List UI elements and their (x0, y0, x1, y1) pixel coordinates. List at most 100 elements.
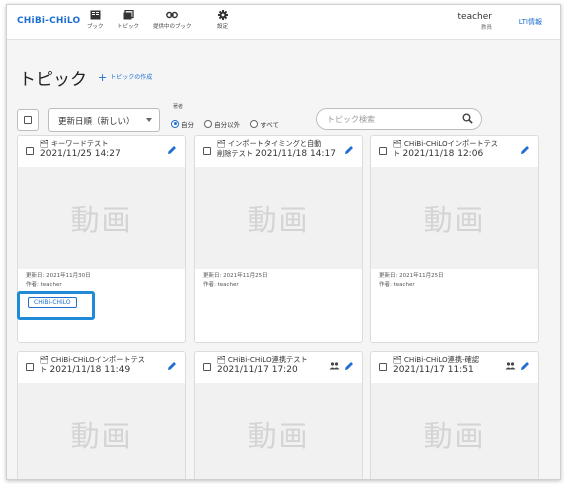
edit-icon[interactable] (520, 361, 530, 371)
nav-book[interactable]: ブック (87, 10, 104, 30)
card-checkbox[interactable] (203, 363, 211, 371)
app-logo[interactable]: CHiBi-CHiLO (17, 16, 80, 26)
nav-settings[interactable]: 設定 (217, 10, 228, 30)
app-header: CHiBi-CHiLO ブック トピック 提供中のブック 設定 teacher … (7, 5, 560, 40)
card-date: 2021/11/18 14:17 (255, 149, 336, 159)
plus-icon: + (98, 71, 108, 84)
edit-icon[interactable] (344, 145, 354, 155)
card-title-text: キーワードテスト (50, 139, 109, 148)
shared-group-icon (505, 362, 516, 370)
card-meta: 更新日: 2021年11月25日 作者: teacher (379, 272, 444, 290)
edit-icon[interactable] (344, 361, 354, 371)
user-role: 教員 (480, 25, 492, 31)
card-meta: 更新日: 2021年11月25日 作者: teacher (203, 272, 268, 290)
card-author: 作者: teacher (203, 282, 239, 288)
owner-radio-all[interactable]: すべて (250, 113, 279, 132)
card-checkbox[interactable] (26, 363, 34, 371)
card-checkbox[interactable] (203, 147, 211, 155)
topic-search-input[interactable]: トピック検索 (316, 108, 482, 130)
nav-topic[interactable]: トピック (117, 10, 139, 30)
nav-provided-books-label: 提供中のブック (153, 24, 192, 30)
owner-radio-self-label: 自分 (181, 120, 194, 129)
card-title: 🗂 CHiBi-CHiLOインポートテス ト 2021/11/18 11:49 (40, 355, 159, 375)
create-topic-link[interactable]: + トピックの作成 (98, 71, 152, 84)
card-updated: 更新日: 2021年11月25日 (203, 273, 268, 279)
card-date: 2021/11/18 11:49 (49, 365, 131, 375)
shared-group-icon (329, 362, 340, 370)
nav-provided-books[interactable]: 提供中のブック (153, 10, 192, 30)
tag-highlight-callout (17, 291, 95, 320)
card-title: 🗂 CHiBi-CHiLOインポートテス ト 2021/11/18 12:06 (393, 139, 512, 159)
card-title-text-cont: ト (40, 365, 48, 374)
topic-icon (123, 10, 134, 20)
video-thumbnail[interactable]: 動画 (195, 167, 362, 269)
topic-card[interactable]: 🗂 CHiBi-CHiLO連携テスト 2021/11/17 17:20 動画 (194, 351, 363, 479)
topic-icon: 🗂 (217, 356, 226, 364)
thumbnail-text: 動画 (423, 419, 486, 453)
card-updated: 更新日: 2021年11月30日 (26, 273, 91, 279)
card-date: 2021/11/25 14:27 (40, 149, 121, 159)
book-icon (90, 10, 101, 20)
topic-card[interactable]: 🗂 CHiBi-CHiLOインポートテス ト 2021/11/18 12:06 動… (370, 135, 539, 343)
video-thumbnail[interactable]: 動画 (18, 383, 185, 479)
topic-card[interactable]: 🗂 CHiBi-CHiLOインポートテス ト 2021/11/18 11:49 動… (17, 351, 186, 479)
card-updated: 更新日: 2021年11月25日 (379, 273, 444, 279)
topic-icon: 🗂 (40, 356, 49, 364)
app-window: CHiBi-CHiLO ブック トピック 提供中のブック 設定 teacher … (6, 4, 561, 480)
owner-radio-all-label: すべて (260, 120, 279, 129)
card-title: 🗂 キーワードテスト 2021/11/25 14:27 (40, 139, 159, 159)
video-thumbnail[interactable]: 動画 (195, 383, 362, 479)
card-author: 作者: teacher (379, 282, 415, 288)
card-title: 🗂 CHiBi-CHiLO連携テスト 2021/11/17 17:20 (217, 355, 336, 375)
gear-icon (217, 10, 228, 20)
topic-icon: 🗂 (393, 356, 402, 364)
card-title: 🗂 インポートタイミングと自動 削除テスト 2021/11/18 14:17 (217, 139, 336, 159)
card-title: 🗂 CHiBi-CHiLO連携-確認 2021/11/17 11:51 (393, 355, 512, 375)
thumbnail-text: 動画 (423, 203, 486, 237)
thumbnail-text: 動画 (247, 203, 310, 237)
owner-radio-others-label: 自分以外 (214, 120, 241, 129)
nav-settings-label: 設定 (217, 24, 229, 30)
radio-icon (204, 119, 213, 128)
thumbnail-text: 動画 (70, 419, 133, 453)
link-icon (166, 11, 179, 19)
user-name: teacher (457, 12, 492, 22)
thumbnail-text: 動画 (247, 419, 310, 453)
edit-icon[interactable] (520, 145, 530, 155)
lti-info-link[interactable]: LTI情報 (519, 17, 542, 27)
owner-radio-self[interactable]: 自分 (171, 113, 194, 132)
video-thumbnail[interactable]: 動画 (371, 383, 538, 479)
topic-card[interactable]: 🗂 インポートタイミングと自動 削除テスト 2021/11/18 14:17 動画… (194, 135, 363, 343)
edit-icon[interactable] (167, 361, 177, 371)
checkbox-icon (24, 116, 32, 124)
card-author: 作者: teacher (26, 282, 62, 288)
edit-icon[interactable] (167, 145, 177, 155)
card-checkbox[interactable] (379, 363, 387, 371)
search-icon[interactable] (462, 113, 473, 124)
select-all-checkbox[interactable] (17, 109, 39, 131)
card-title-text-cont: ト (393, 149, 401, 158)
owner-filter-label: 著者 (173, 104, 184, 110)
topic-icon: 🗂 (40, 140, 49, 148)
card-checkbox[interactable] (26, 147, 34, 155)
owner-radio-others[interactable]: 自分以外 (204, 113, 240, 132)
sort-value: 更新日順（新しい） (58, 117, 135, 127)
card-checkbox[interactable] (379, 147, 387, 155)
radio-selected-icon (171, 119, 179, 128)
card-title-text: CHiBi-CHiLO連携-確認 (403, 355, 480, 364)
video-thumbnail[interactable]: 動画 (18, 167, 185, 269)
card-meta: 更新日: 2021年11月30日 作者: teacher (26, 272, 91, 290)
radio-icon (250, 119, 259, 128)
create-topic-label: トピックの作成 (110, 74, 153, 81)
thumbnail-text: 動画 (70, 203, 133, 237)
topic-icon: 🗂 (393, 140, 402, 148)
topic-card[interactable]: 🗂 CHiBi-CHiLO連携-確認 2021/11/17 11:51 動画 (370, 351, 539, 479)
card-title-text: CHiBi-CHiLO連携テスト (227, 355, 308, 364)
page-title: トピック (19, 70, 87, 90)
sort-select[interactable]: 更新日順（新しい） (48, 108, 160, 132)
topic-icon: 🗂 (217, 140, 226, 148)
user-info[interactable]: teacher 教員 (458, 12, 492, 31)
nav-topic-label: トピック (117, 24, 140, 30)
video-thumbnail[interactable]: 動画 (371, 167, 538, 269)
card-date: 2021/11/18 12:06 (402, 149, 484, 159)
